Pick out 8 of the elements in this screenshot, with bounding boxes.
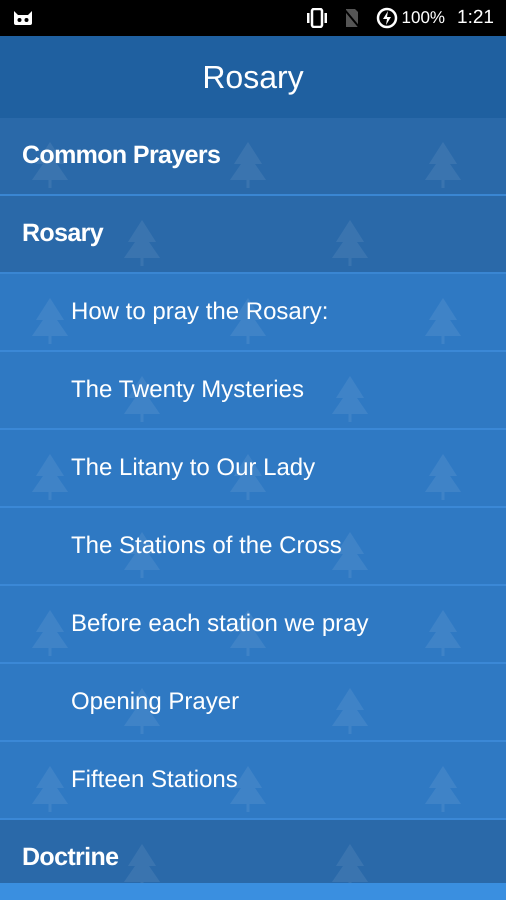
charging-icon: [376, 7, 398, 29]
section-header[interactable]: Rosary: [0, 196, 506, 274]
cat-icon: [12, 10, 34, 26]
clock: 1:21: [457, 6, 494, 30]
screen-title: Rosary: [202, 58, 304, 97]
battery-level: 100%: [402, 7, 446, 30]
section-header[interactable]: Common Prayers: [0, 118, 506, 196]
section-header[interactable]: Doctrine: [0, 820, 506, 883]
